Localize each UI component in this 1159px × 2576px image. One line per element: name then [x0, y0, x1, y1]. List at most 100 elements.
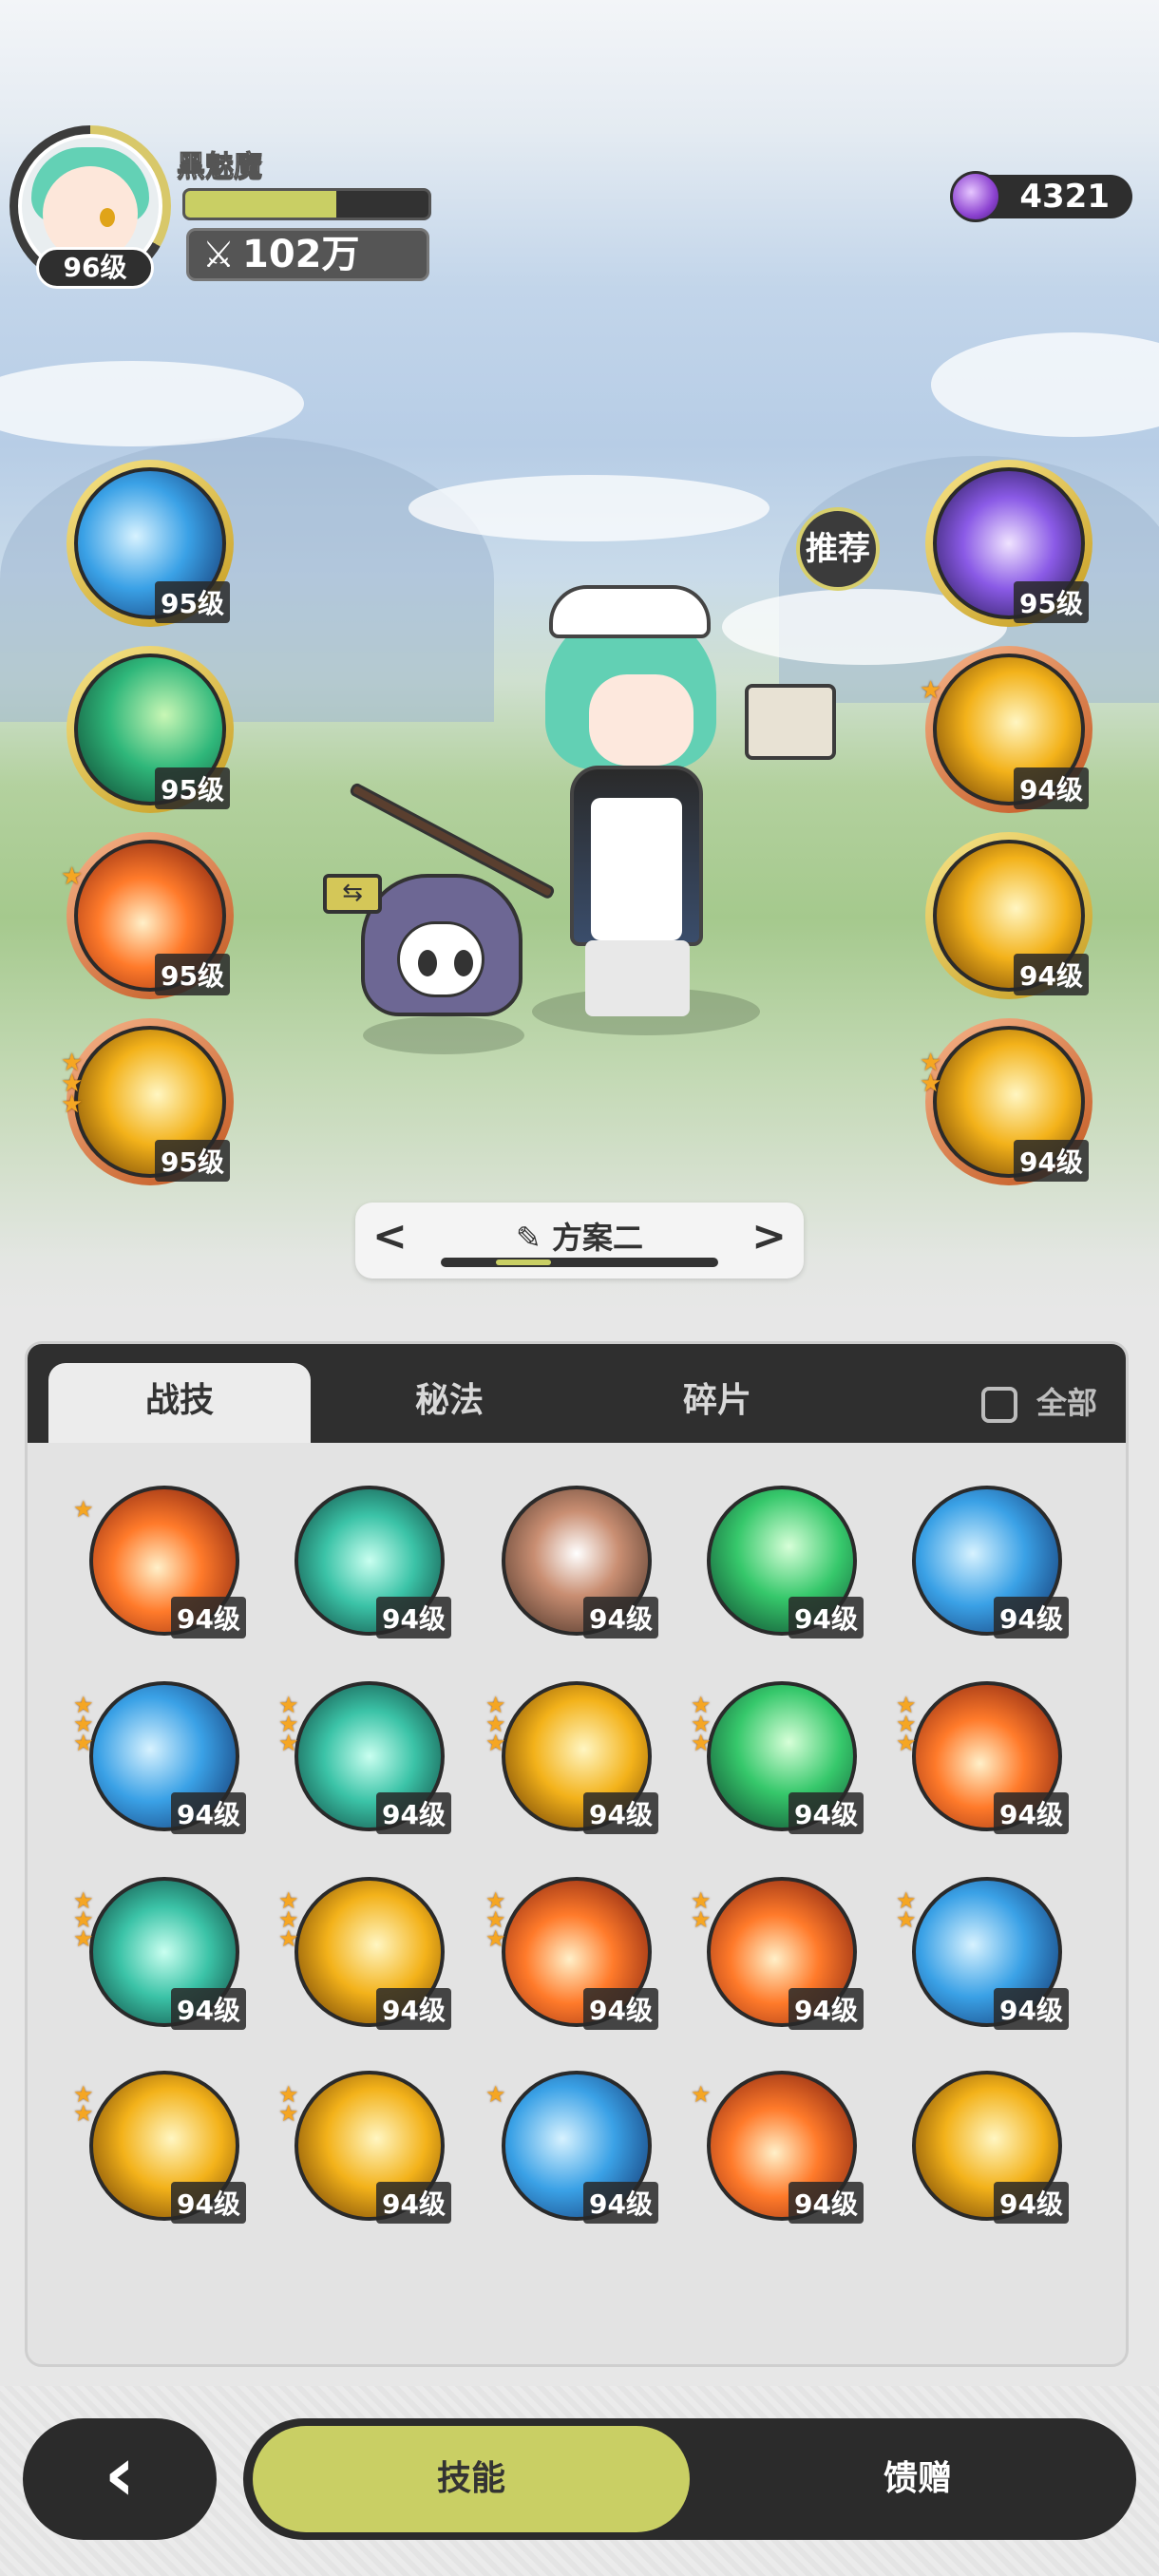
star-rating-icon: ★ ★ ★ [278, 1692, 299, 1756]
skill-level: 94级 [994, 1597, 1069, 1638]
skill-icon[interactable]: ★ ★ ★ 94级 [896, 1675, 1069, 1838]
skill-icon[interactable]: ★ ★ ★ 94级 [278, 1675, 451, 1838]
skill-level: 94级 [1014, 767, 1089, 809]
skill-level: 94级 [171, 1988, 246, 2030]
skill-level: 94级 [583, 1792, 658, 1834]
skill-level: 95级 [155, 954, 230, 995]
swap-icon[interactable]: ⇆ [323, 874, 382, 914]
tab-secret-arts[interactable]: 秘法 [318, 1363, 580, 1443]
skill-icon[interactable]: 94级 [905, 2064, 1069, 2227]
skill-icon[interactable]: ★ ★ ★ 94级 [73, 1675, 246, 1838]
back-button[interactable]: ‹ [23, 2418, 217, 2540]
show-all-label: 全部 [1036, 1385, 1097, 1421]
skill-icon[interactable]: ★ ★ ★ 94级 [278, 1870, 451, 2034]
skill-level: 94级 [583, 2182, 658, 2224]
skill-level: 95级 [155, 1140, 230, 1182]
skill-icon[interactable]: ★ ★ 94级 [896, 1870, 1069, 2034]
skill-icon[interactable]: 94级 [700, 1479, 864, 1642]
star-rating-icon: ★ ★ ★ [73, 1887, 94, 1952]
skill-level: 94级 [994, 1988, 1069, 2030]
skill-icon[interactable]: 95级 [66, 646, 234, 813]
star-rating-icon: ★ ★ ★ [61, 1049, 84, 1119]
skill-level: 95级 [155, 581, 230, 623]
skills-tab-button[interactable]: 技能 [253, 2426, 690, 2532]
skill-tabs: 战技 秘法 碎片 全部 [28, 1344, 1126, 1443]
skill-icon[interactable]: ★ 94级 [920, 646, 1092, 813]
star-rating-icon: ★ ★ [920, 1049, 942, 1098]
skill-level: 94级 [994, 2182, 1069, 2224]
star-rating-icon: ★ [485, 2081, 506, 2108]
skill-level: 94级 [376, 1792, 451, 1834]
edit-icon[interactable]: ✎ [516, 1220, 552, 1256]
player-name: 黑魅魔 [177, 150, 263, 184]
star-rating-icon: ★ ★ [278, 2081, 299, 2127]
checkbox-icon [980, 1387, 1017, 1423]
skill-level: 95级 [155, 767, 230, 809]
star-rating-icon: ★ ★ [896, 1887, 917, 1933]
star-rating-icon: ★ ★ ★ [896, 1692, 917, 1756]
skill-icon[interactable]: ★ ★ 94级 [920, 1018, 1092, 1185]
skill-panel: 战技 秘法 碎片 全部 ★ 94级 94级 94级 94级 94级 ★ ★ ★ 94级 ★ ★ ★ 94级… [25, 1341, 1129, 2367]
star-rating-icon: ★ ★ ★ [485, 1887, 506, 1952]
pet-sprite[interactable] [361, 874, 522, 1045]
skill-icon[interactable]: ★ ★ ★ 94级 [485, 1870, 658, 2034]
skill-level: 94级 [171, 1792, 246, 1834]
skill-level: 94级 [788, 1597, 864, 1638]
skill-level: 94级 [376, 1597, 451, 1638]
skill-icon[interactable]: ★ 94级 [73, 1479, 246, 1642]
crossed-swords-icon: ⚔ [202, 234, 236, 275]
combat-power-value: 102万 [242, 233, 360, 276]
skill-icon[interactable]: ★ 95级 [61, 832, 234, 999]
star-rating-icon: ★ ★ [73, 2081, 94, 2127]
skill-icon[interactable]: 94级 [288, 1479, 451, 1642]
bottom-tab-switch: 技能 馈赠 [243, 2418, 1136, 2540]
player-level: 96级 [36, 247, 154, 289]
skill-level: 94级 [376, 1988, 451, 2030]
skill-icon[interactable]: ★ ★ ★ 94级 [485, 1675, 658, 1838]
plan-title: 方案二 [551, 1220, 643, 1256]
star-rating-icon: ★ ★ ★ [485, 1692, 506, 1756]
player-avatar[interactable]: 96级 [10, 125, 171, 289]
plan-selector: < ✎ 方案二 > [355, 1203, 804, 1279]
show-all-checkbox[interactable]: 全部 [980, 1363, 1097, 1443]
star-rating-icon: ★ [61, 862, 84, 891]
recommend-button[interactable]: 推荐 [796, 507, 880, 591]
currency-amount: 4321 [1019, 178, 1110, 216]
skill-icon[interactable]: ★ ★ 94级 [691, 1870, 864, 2034]
plan-indicator [441, 1258, 718, 1267]
skill-level: 94级 [788, 1988, 864, 2030]
plan-next-button[interactable]: > [751, 1212, 787, 1260]
skill-level: 94级 [1014, 954, 1089, 995]
skill-level: 94级 [788, 2182, 864, 2224]
skill-icon[interactable]: 94级 [495, 1479, 658, 1642]
skill-icon[interactable]: 95级 [66, 460, 234, 627]
skill-icon[interactable]: 94级 [925, 832, 1092, 999]
star-rating-icon: ★ [920, 676, 942, 705]
tab-combat-skills[interactable]: 战技 [48, 1363, 311, 1443]
skill-level: 94级 [171, 2182, 246, 2224]
skill-icon[interactable]: ★ ★ 94级 [278, 2064, 451, 2227]
currency-display[interactable]: 4321 [950, 171, 1132, 222]
skill-level: 94级 [1014, 1140, 1089, 1182]
star-rating-icon: ★ [691, 2081, 712, 2108]
star-rating-icon: ★ [73, 1496, 94, 1523]
skill-icon[interactable]: ★ 94级 [691, 2064, 864, 2227]
gift-tab-button[interactable]: 馈赠 [709, 2426, 1127, 2532]
skill-icon[interactable]: 94级 [905, 1479, 1069, 1642]
skill-level: 94级 [171, 1597, 246, 1638]
star-rating-icon: ★ ★ ★ [73, 1692, 94, 1756]
skill-icon[interactable]: ★ 94级 [485, 2064, 658, 2227]
skill-icon[interactable]: ★ ★ ★ 94级 [73, 1870, 246, 2034]
star-rating-icon: ★ ★ [691, 1887, 712, 1933]
combat-power: ⚔ 102万 [186, 228, 429, 281]
character-sprite [532, 579, 760, 1026]
skill-icon[interactable]: ★ ★ ★ 94级 [691, 1675, 864, 1838]
skill-icon[interactable]: ★ ★ ★ 95级 [61, 1018, 234, 1185]
tab-fragments[interactable]: 碎片 [586, 1363, 848, 1443]
skill-level: 94级 [376, 2182, 451, 2224]
skill-level: 95级 [1014, 581, 1089, 623]
hp-bar [182, 188, 431, 220]
skill-icon[interactable]: ★ ★ 94级 [73, 2064, 246, 2227]
skill-icon[interactable]: 95级 [925, 460, 1092, 627]
skill-level: 94级 [583, 1988, 658, 2030]
